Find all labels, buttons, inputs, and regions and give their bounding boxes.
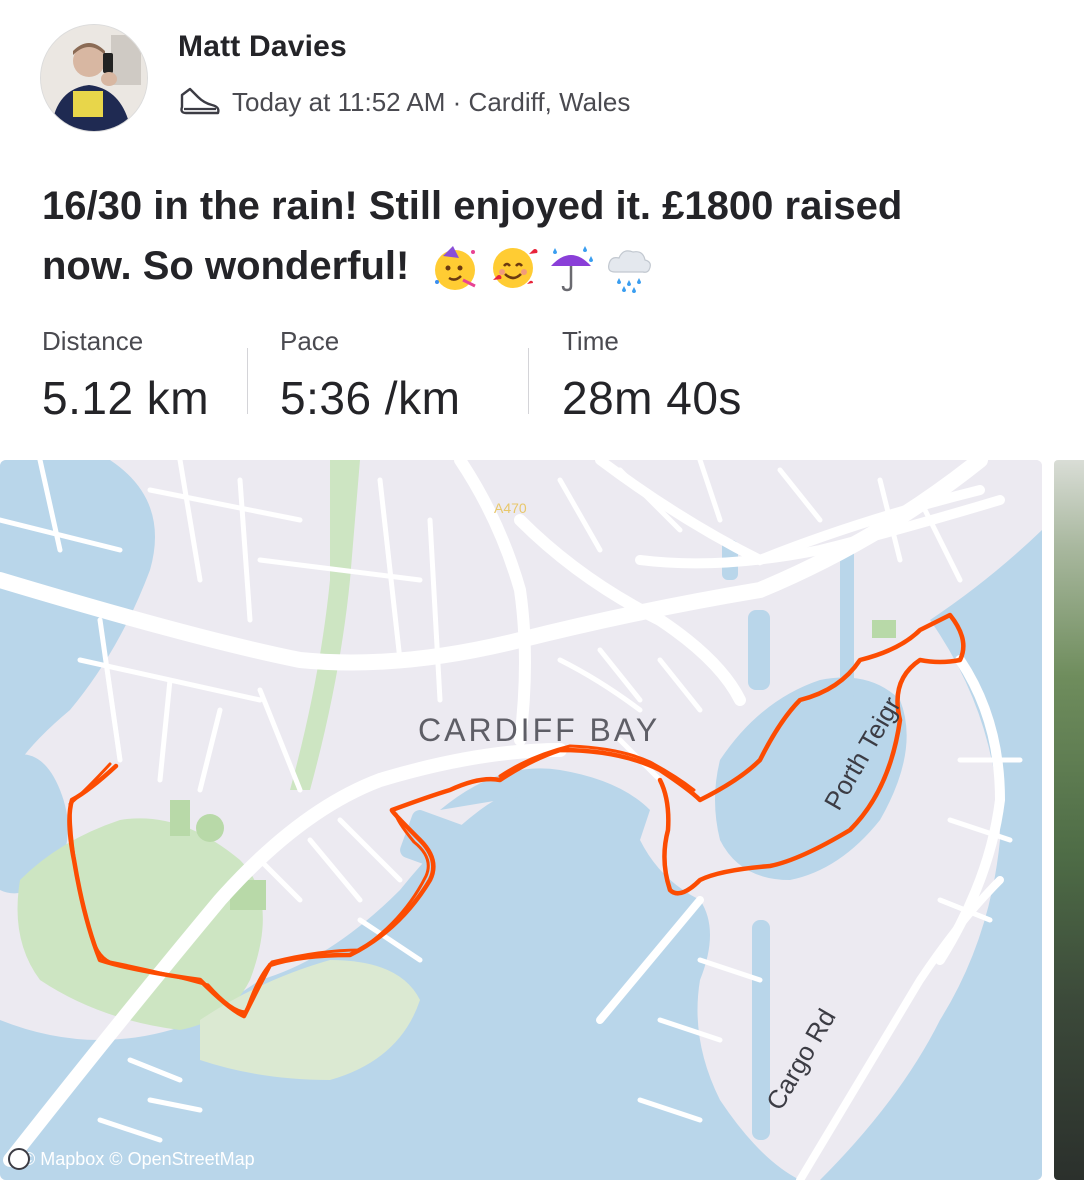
umbrella-with-rain-icon <box>545 242 597 294</box>
place-label-cardiff-bay: CARDIFF BAY <box>418 712 661 748</box>
activity-title-line1: 16/30 in the rain! Still enjoyed it. £18… <box>42 184 903 228</box>
activity-date-location: Today at 11:52 AM · Cardiff, Wales <box>232 86 631 117</box>
running-shoe-icon <box>180 87 220 115</box>
stat-pace-value: 5:36 /km <box>280 372 461 424</box>
activity-meta: Today at 11:52 AM · Cardiff, Wales <box>178 82 630 122</box>
activity-header: Matt Davies Today at 11:52 AM · Cardiff,… <box>0 0 1084 150</box>
activity-title[interactable]: 16/30 in the rain! Still enjoyed it. £18… <box>42 176 1032 296</box>
stat-pace-label: Pace <box>280 326 340 356</box>
stat-time-label: Time <box>562 326 619 356</box>
emoji-group <box>429 242 655 294</box>
smiling-face-with-hearts-icon <box>487 242 539 294</box>
athlete-name[interactable]: Matt Davies <box>178 30 347 64</box>
map-canvas <box>0 460 1042 1180</box>
map-attribution-text: © Mapbox © OpenStreetMap <box>22 1149 255 1169</box>
activity-stats: Distance 5.12 km Pace 5:36 /km Time 28m … <box>42 326 1042 436</box>
map-attribution[interactable]: © Mapbox © OpenStreetMap <box>8 1148 255 1170</box>
stat-distance-label: Distance <box>42 326 144 356</box>
athlete-avatar[interactable] <box>40 24 148 132</box>
stat-distance: Distance 5.12 km <box>42 326 209 425</box>
activity-photo-thumbnail[interactable] <box>1054 460 1084 1180</box>
info-icon[interactable] <box>8 1148 30 1170</box>
partying-face-icon <box>429 242 481 294</box>
stat-time: Time 28m 40s <box>562 326 742 425</box>
stat-time-value: 28m 40s <box>562 372 742 424</box>
stat-pace: Pace 5:36 /km <box>280 326 460 425</box>
road-label-a470: A470 <box>494 500 527 516</box>
stat-distance-value: 5.12 km <box>42 372 210 424</box>
activity-title-line2: now. So wonderful! <box>42 244 410 288</box>
cloud-with-rain-icon <box>603 242 655 294</box>
stat-divider <box>247 348 248 414</box>
stat-divider <box>528 348 529 414</box>
route-map[interactable]: CARDIFF BAY A470 Porth Teigr Cargo Rd © … <box>0 460 1042 1180</box>
